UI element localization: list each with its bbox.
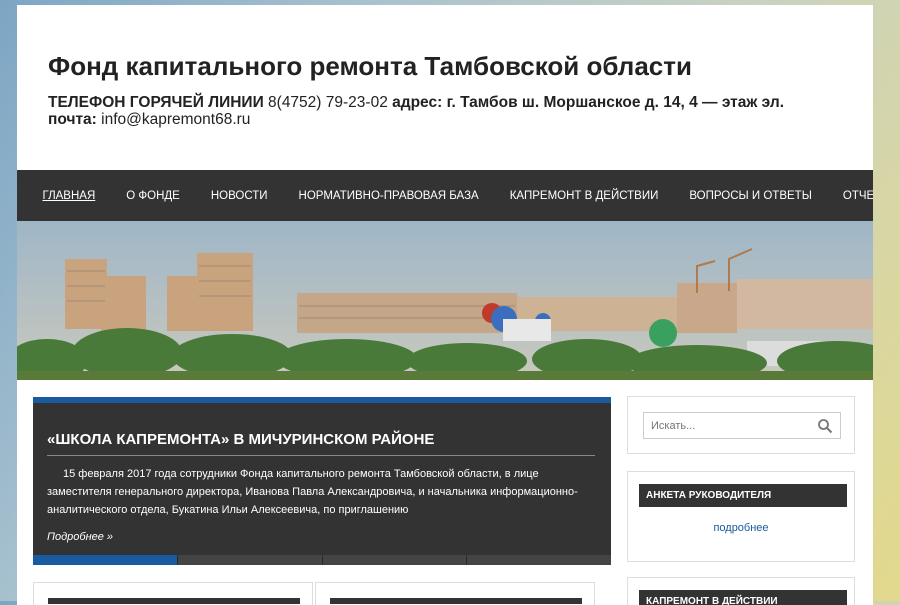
slider-dot[interactable] (176, 555, 322, 565)
nav-item-faq[interactable]: Вопросы и ответы (674, 190, 828, 202)
slider-dot[interactable] (33, 555, 177, 565)
nav-item-news[interactable]: Новости (195, 190, 283, 202)
widget-more-link[interactable]: подробнее (628, 522, 854, 534)
slider-dot[interactable] (321, 555, 467, 565)
featured-slider: «Школа капремонта» в Мичуринском районе … (33, 397, 611, 565)
widget-title: Анкета руководителя (639, 484, 847, 507)
nav-item-legal[interactable]: Нормативно-правовая база (283, 190, 494, 202)
nav-item-home[interactable]: Главная (27, 190, 111, 202)
post-card (33, 582, 313, 605)
post-card-header (330, 598, 582, 604)
nav-item-label: Новости (210, 189, 268, 202)
nav-item-label: Нормативно-правовая база (298, 189, 479, 202)
slider-dot[interactable] (466, 555, 611, 565)
email: info@kapremont68.ru (101, 111, 251, 128)
leader-survey-widget: Анкета руководителя подробнее (627, 471, 855, 562)
post-card-header (48, 598, 300, 604)
header-banner-image (17, 221, 873, 380)
nav-item-label: Вопросы и ответы (689, 189, 812, 202)
hotline-label: ТЕЛЕФОН ГОРЯЧЕЙ ЛИНИИ (48, 94, 264, 111)
nav-item-label: Капремонт в действии (509, 189, 659, 202)
search-box (643, 412, 841, 439)
nav-item-about[interactable]: О фонде (111, 190, 196, 202)
site-description: ТЕЛЕФОН ГОРЯЧЕЙ ЛИНИИ 8(4752) 79-23-02 а… (48, 94, 828, 128)
slider-pagination (33, 555, 611, 565)
post-card (315, 582, 595, 605)
slide-excerpt: 15 февраля 2017 года сотрудники Фонда ка… (47, 468, 578, 516)
page: Фонд капитального ремонта Тамбовской обл… (17, 5, 873, 605)
hotline-number: 8(4752) 79-23-02 (268, 94, 388, 111)
nav-item-label: Главная (42, 189, 96, 202)
slide-title[interactable]: «Школа капремонта» в Мичуринском районе (47, 431, 595, 456)
nav-item-repairs[interactable]: Капремонт в действии (494, 190, 674, 202)
site-title[interactable]: Фонд капитального ремонта Тамбовской обл… (48, 51, 692, 82)
nav-item-label: О фонде (126, 189, 180, 202)
main-nav: Главная О фонде Новости Нормативно-право… (17, 170, 873, 221)
search-widget (627, 396, 855, 454)
search-input[interactable] (651, 414, 811, 437)
read-more-link[interactable]: Подробнее » (47, 531, 113, 543)
nav-item-reports[interactable]: Отчеты (827, 190, 873, 202)
address-label: адрес: (392, 94, 443, 111)
search-icon[interactable] (817, 418, 833, 434)
widget-title: Капремонт в действии (639, 590, 847, 605)
nav-item-label: Отчеты (842, 189, 873, 202)
